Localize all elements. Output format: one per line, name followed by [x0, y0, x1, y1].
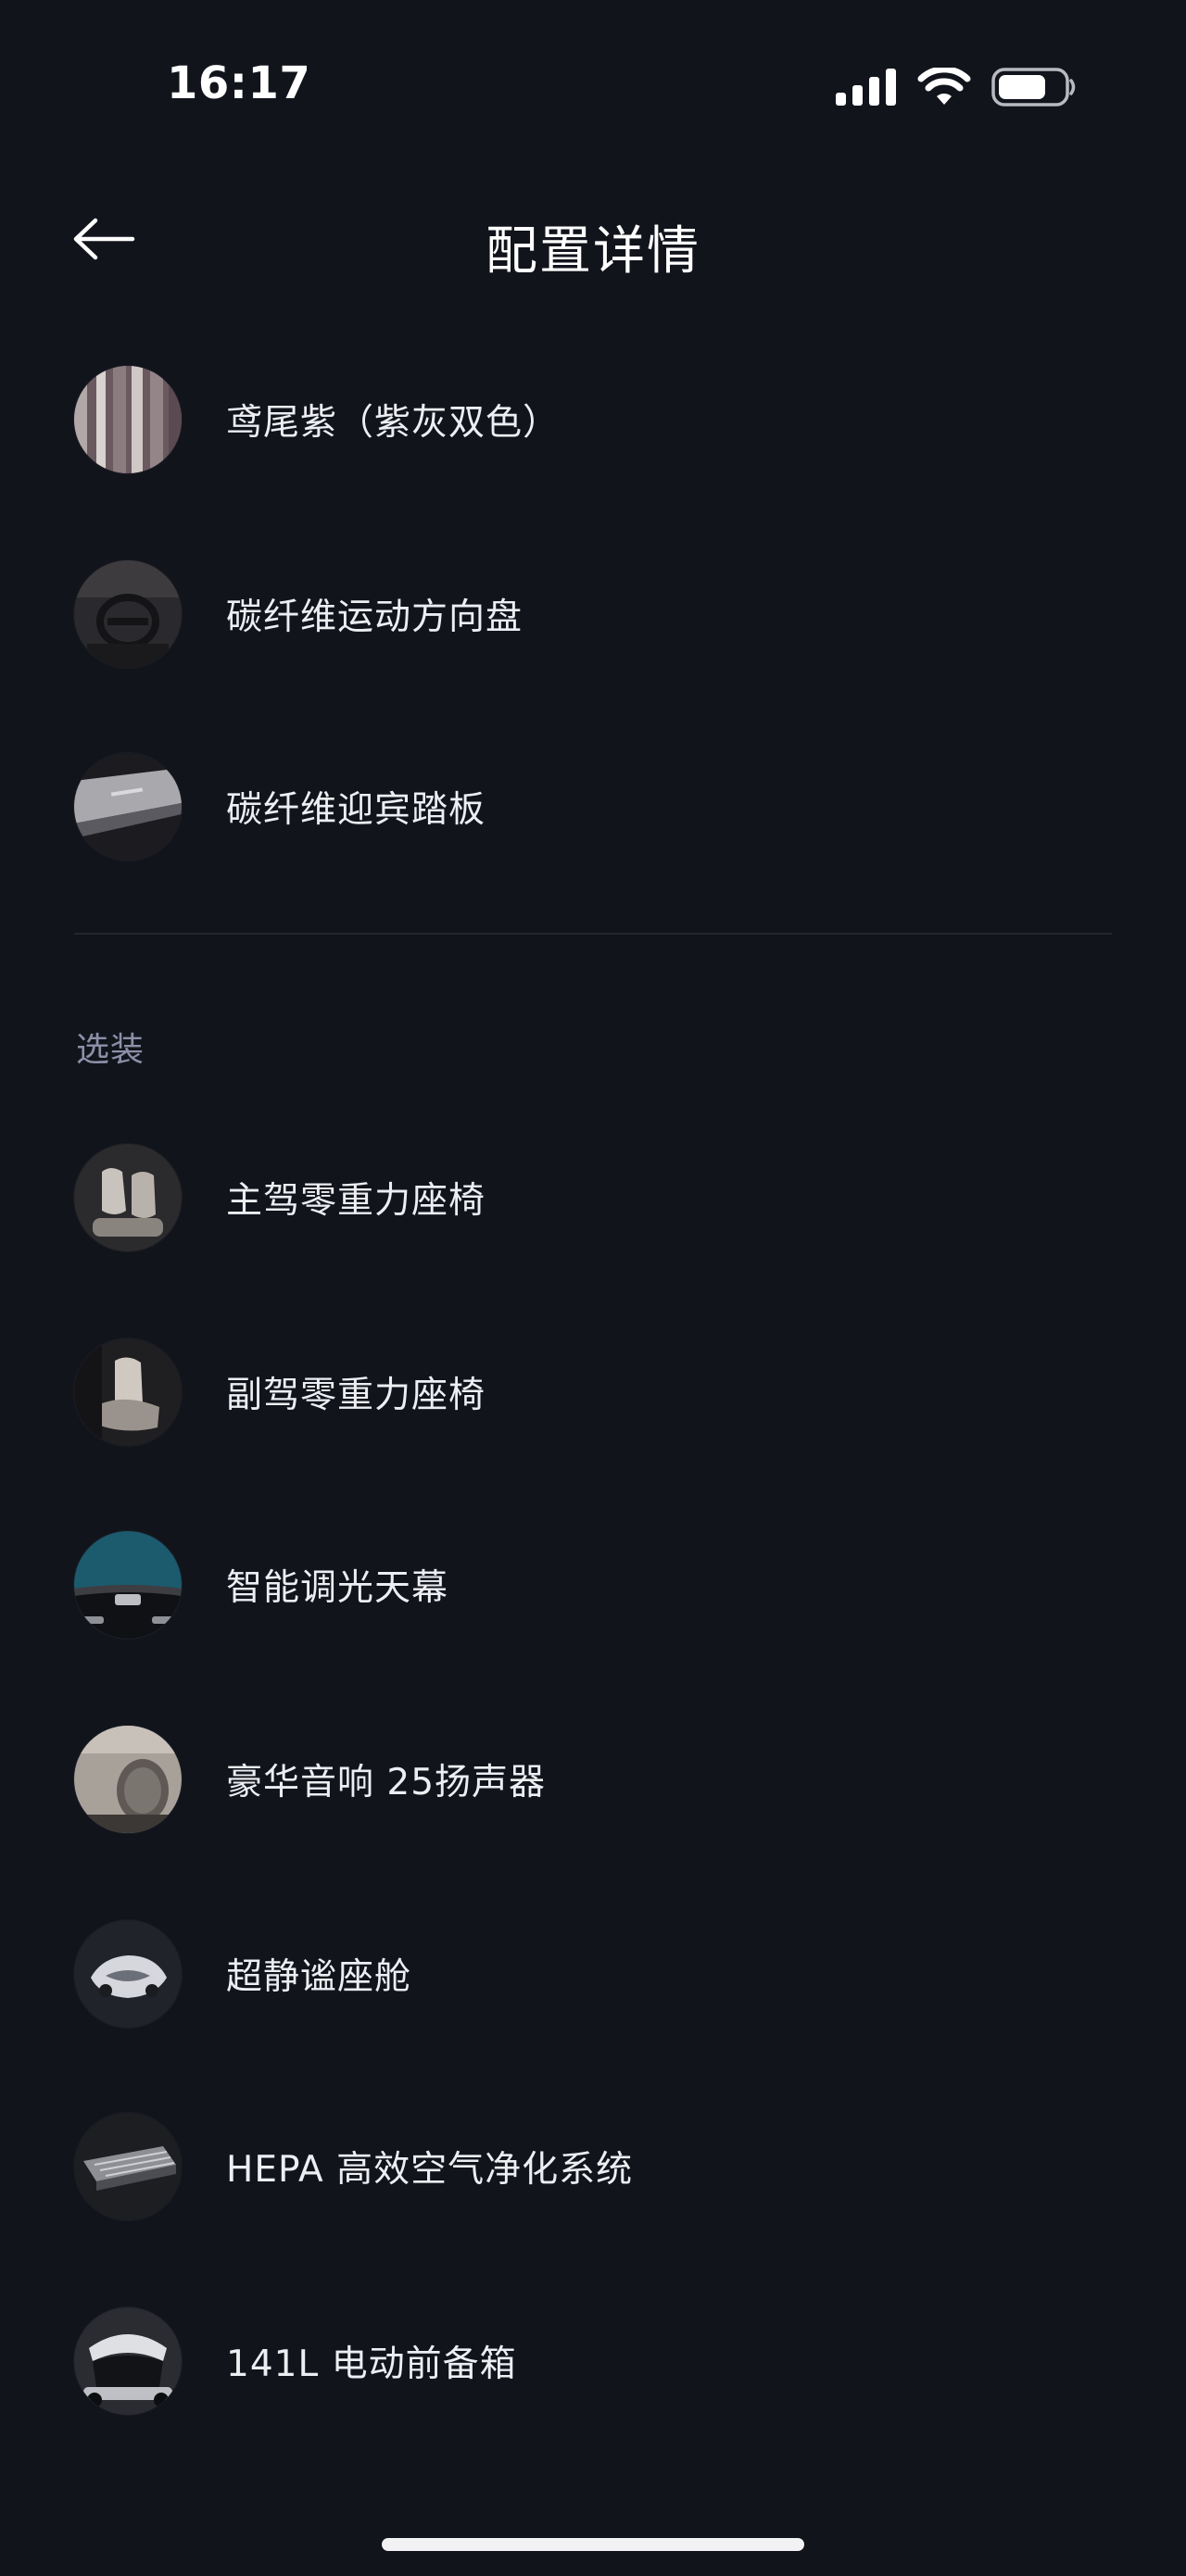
section-divider: [74, 933, 1112, 935]
page-title: 配置详情: [486, 221, 700, 282]
speaker-thumbnail: [74, 1726, 182, 1833]
battery-icon: [991, 67, 1077, 111]
sky-roof-thumbnail: [74, 1531, 182, 1639]
config-item-door-sill[interactable]: 碳纤维迎宾踏板: [74, 747, 1112, 867]
config-item-label: 碳纤维迎宾踏板: [226, 789, 486, 831]
config-item-quiet-cabin[interactable]: 超静谧座舱: [74, 1914, 1112, 2034]
config-item-label: 碳纤维运动方向盘: [226, 597, 524, 638]
config-item-driver-seat[interactable]: 主驾零重力座椅: [74, 1137, 1112, 1258]
status-icons: [836, 66, 1077, 111]
config-item-label: 141L 电动前备箱: [226, 2344, 517, 2385]
config-item-audio[interactable]: 豪华音响 25扬声器: [74, 1719, 1112, 1840]
air-filter-thumbnail: [74, 2113, 182, 2220]
steering-wheel-thumbnail: [74, 560, 182, 668]
config-item-label: 鸢尾紫（紫灰双色）: [226, 402, 561, 444]
status-bar: 16:17: [0, 0, 1186, 167]
status-time: 16:17: [167, 57, 311, 109]
interior-color-swatch-thumbnail: [74, 366, 182, 473]
config-item-iris-purple[interactable]: 鸢尾紫（紫灰双色）: [74, 359, 1112, 480]
config-item-label: 豪华音响 25扬声器: [226, 1762, 547, 1803]
config-item-label: 副驾零重力座椅: [226, 1375, 486, 1416]
config-item-label: HEPA 高效空气净化系统: [226, 2149, 634, 2191]
config-item-steering-wheel[interactable]: 碳纤维运动方向盘: [74, 554, 1112, 674]
passenger-seat-thumbnail: [74, 1338, 182, 1446]
cellular-signal-icon: [836, 69, 897, 109]
front-trunk-thumbnail: [74, 2307, 182, 2415]
wifi-icon: [917, 66, 971, 110]
config-item-passenger-seat[interactable]: 副驾零重力座椅: [74, 1332, 1112, 1452]
config-item-front-trunk[interactable]: 141L 电动前备箱: [74, 2301, 1112, 2421]
config-item-hepa[interactable]: HEPA 高效空气净化系统: [74, 2106, 1112, 2227]
driver-seat-thumbnail: [74, 1144, 182, 1251]
home-indicator[interactable]: [382, 2538, 804, 2551]
quiet-cabin-thumbnail: [74, 1920, 182, 2028]
nav-bar: 配置详情: [0, 185, 1186, 296]
config-item-label: 智能调光天幕: [226, 1567, 449, 1609]
optional-section-title: 选装: [76, 1031, 145, 1069]
config-item-label: 主驾零重力座椅: [226, 1180, 486, 1222]
config-item-label: 超静谧座舱: [226, 1956, 412, 1998]
door-sill-thumbnail: [74, 753, 182, 861]
config-item-sky-roof[interactable]: 智能调光天幕: [74, 1525, 1112, 1645]
